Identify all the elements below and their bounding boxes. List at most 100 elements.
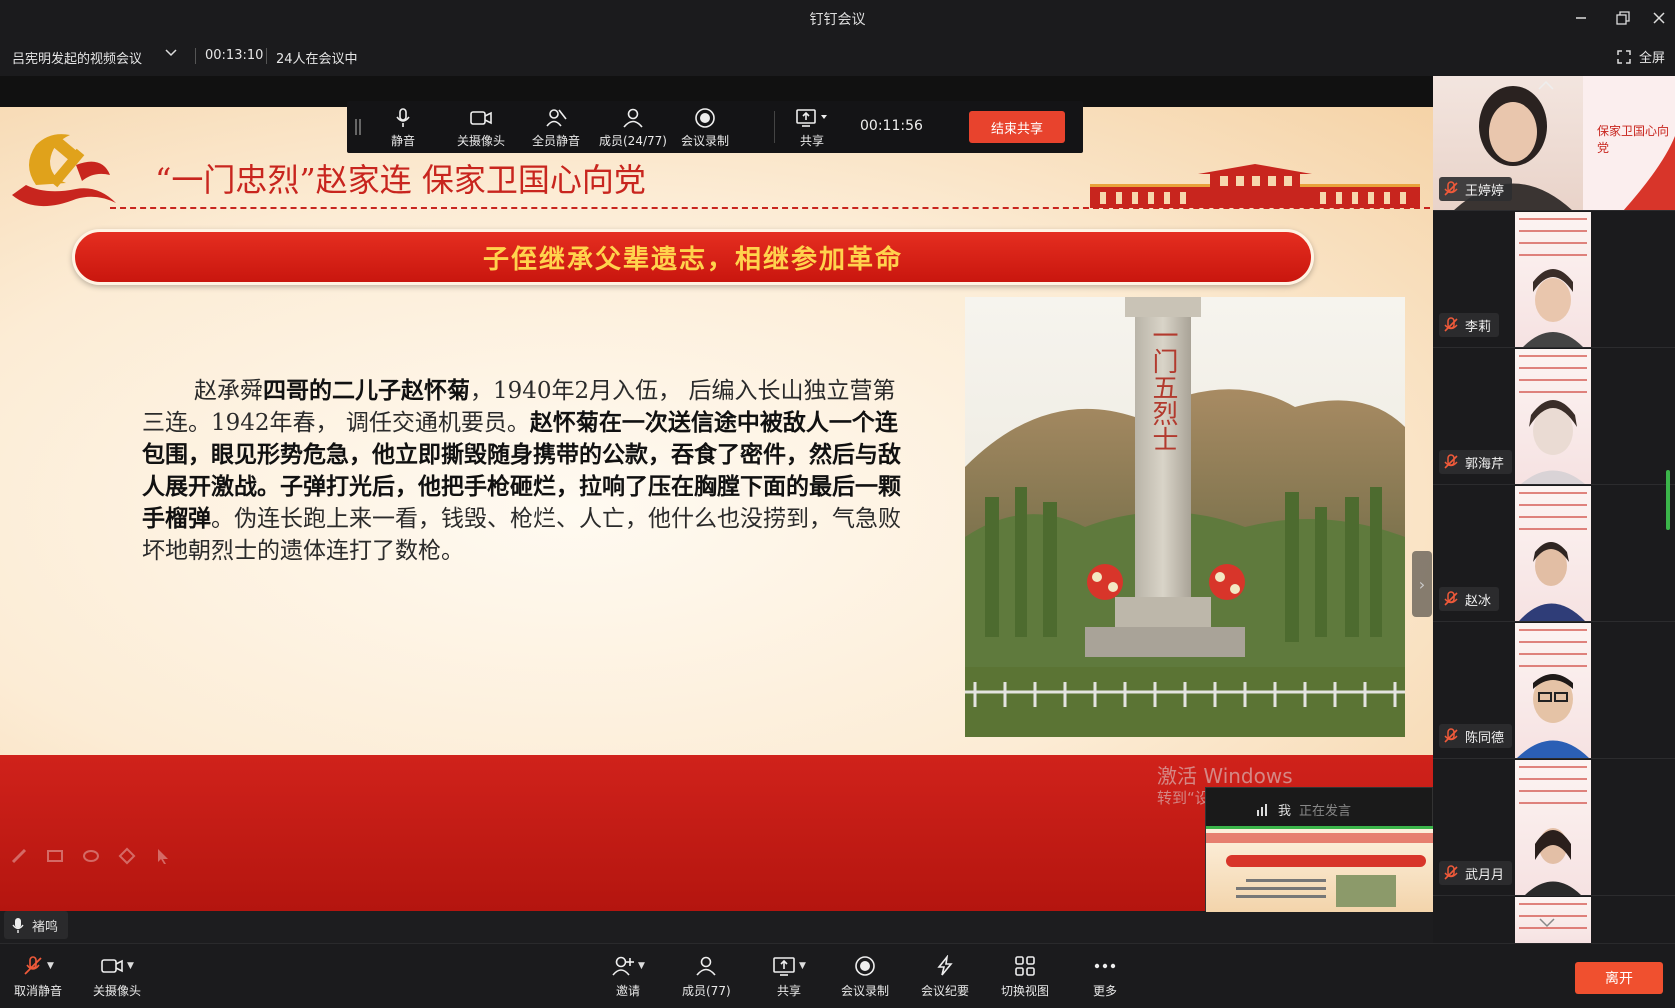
text-segment-bold: 四哥的二儿子赵怀菊 bbox=[263, 377, 470, 404]
divider bbox=[195, 48, 196, 64]
mute-all-button[interactable]: 全员静音 bbox=[532, 107, 580, 149]
camera-off-button[interactable]: 关摄像头 bbox=[457, 107, 505, 149]
invite-label: 邀请 bbox=[615, 984, 640, 998]
participant-name: 武月月 bbox=[1465, 867, 1505, 883]
record-label: 会议录制 bbox=[841, 984, 890, 998]
participant-tile[interactable]: 赵冰 bbox=[1433, 486, 1675, 622]
chevron-down-icon[interactable] bbox=[1538, 917, 1556, 933]
end-share-button[interactable]: 结束共享 bbox=[969, 111, 1065, 143]
minutes-button[interactable]: 会议纪要 bbox=[921, 954, 969, 999]
chevron-down-icon[interactable] bbox=[164, 44, 178, 66]
caret-down-icon[interactable]: ▼ bbox=[799, 961, 806, 971]
self-view-tile[interactable]: 我 正在发言 bbox=[1205, 787, 1434, 912]
self-screen-thumbnail bbox=[1206, 826, 1434, 912]
members-icon bbox=[696, 956, 716, 976]
unmute-label: 取消静音 bbox=[14, 984, 63, 998]
highlighter-icon[interactable] bbox=[44, 845, 66, 867]
fullscreen-label: 全屏 bbox=[1638, 51, 1665, 66]
members-button[interactable]: 成员(77) bbox=[682, 954, 731, 999]
participant-name: 郭海芹 bbox=[1465, 456, 1505, 472]
participant-video bbox=[1515, 486, 1591, 621]
muted-microphone-icon bbox=[1444, 317, 1458, 332]
annotation-tools bbox=[8, 845, 174, 867]
participant-name-tag: 武月月 bbox=[1439, 861, 1513, 885]
microphone-icon bbox=[396, 108, 410, 127]
camera-off-label: 关摄像头 bbox=[457, 134, 506, 148]
participant-name-tag: 李莉 bbox=[1439, 313, 1500, 337]
members-button[interactable]: 成员(24/77) bbox=[599, 107, 667, 149]
share-screen-icon bbox=[796, 109, 827, 127]
participant-tile[interactable]: 陈同德 bbox=[1433, 623, 1675, 759]
participant-tile[interactable]: 保家卫国心向党 王婷婷 bbox=[1433, 76, 1675, 211]
sidebar-scrollbar[interactable] bbox=[1666, 470, 1670, 530]
speaking-status: 正在发言 bbox=[1299, 804, 1352, 819]
chevron-up-icon[interactable] bbox=[1537, 76, 1565, 90]
self-view-label: 我 正在发言 bbox=[1256, 800, 1351, 819]
participant-video bbox=[1515, 212, 1591, 347]
participant-name-tag: 赵冰 bbox=[1439, 587, 1500, 611]
close-icon[interactable] bbox=[1645, 6, 1673, 30]
record-button[interactable]: 会议录制 bbox=[841, 954, 889, 999]
active-speaker-name: 褚鸣 bbox=[32, 919, 59, 935]
caret-down-icon[interactable]: ▼ bbox=[47, 961, 54, 971]
slide-fragment-text: 保家卫国心向党 bbox=[1597, 124, 1670, 155]
microphone-icon bbox=[12, 918, 24, 933]
monument-photo: 一门五烈士 bbox=[965, 297, 1405, 737]
participant-tile[interactable]: 武月月 bbox=[1433, 760, 1675, 896]
members-label: 成员(24/77) bbox=[599, 134, 667, 148]
more-button[interactable]: 更多 bbox=[1093, 954, 1117, 999]
participant-name-tag: 陈同德 bbox=[1439, 724, 1513, 748]
mute-button[interactable]: 静音 bbox=[391, 107, 415, 149]
share-button[interactable]: ▼ 共享 bbox=[772, 954, 806, 999]
record-button[interactable]: 会议录制 bbox=[681, 107, 729, 149]
active-speaker-tag: 褚鸣 bbox=[4, 911, 69, 939]
meeting-name[interactable]: 吕宪明发起的视频会议 bbox=[12, 48, 142, 67]
share-label: 共享 bbox=[799, 134, 824, 148]
participant-name: 李莉 bbox=[1465, 319, 1492, 335]
party-emblem-icon bbox=[12, 134, 116, 207]
pointer-icon[interactable] bbox=[152, 845, 174, 867]
drag-handle[interactable] bbox=[355, 119, 361, 135]
mute-label: 静音 bbox=[391, 134, 416, 148]
slide-banner: 子侄继承父辈遗志，相继参加革命 bbox=[72, 229, 1314, 285]
minimize-icon[interactable] bbox=[1567, 6, 1595, 30]
text-segment: 赵承舜 bbox=[194, 378, 263, 404]
shared-screen: “一门忠烈”赵家连 保家卫国心向党 子侄继承父辈遗志，相继参加革命 赵承舜四哥的… bbox=[0, 76, 1434, 939]
switch-view-button[interactable]: 切换视图 bbox=[1001, 954, 1049, 999]
more-label: 更多 bbox=[1093, 984, 1118, 998]
add-user-icon bbox=[612, 956, 634, 976]
fullscreen-button[interactable]: 全屏 bbox=[1617, 47, 1665, 66]
participant-video bbox=[1515, 349, 1591, 484]
banner-text: 子侄继承父辈遗志，相继参加革命 bbox=[482, 244, 903, 275]
participant-tile[interactable] bbox=[1433, 897, 1675, 943]
pen-icon[interactable] bbox=[8, 845, 30, 867]
record-label: 会议录制 bbox=[681, 134, 730, 148]
invite-button[interactable]: ▼ 邀请 bbox=[611, 954, 645, 999]
participant-count[interactable]: 24人在会议中 bbox=[276, 48, 358, 67]
participant-name-tag: 王婷婷 bbox=[1439, 177, 1513, 201]
camera-icon bbox=[470, 111, 492, 125]
record-icon bbox=[695, 108, 715, 128]
caret-down-icon[interactable]: ▼ bbox=[127, 961, 134, 971]
eraser-icon[interactable] bbox=[116, 845, 138, 867]
participant-name: 王婷婷 bbox=[1465, 183, 1505, 199]
participant-tile[interactable]: 郭海芹 bbox=[1433, 349, 1675, 485]
restore-icon[interactable] bbox=[1609, 6, 1637, 30]
caret-down-icon[interactable]: ▼ bbox=[638, 961, 645, 971]
camera-off-button[interactable]: ▼ 关摄像头 bbox=[93, 954, 141, 999]
chevron-right-icon[interactable]: › bbox=[1412, 551, 1432, 617]
shape-icon[interactable] bbox=[80, 845, 102, 867]
muted-microphone-icon bbox=[1444, 454, 1458, 469]
unmute-button[interactable]: ▼ 取消静音 bbox=[14, 954, 62, 999]
muted-microphone-icon bbox=[1444, 865, 1458, 880]
participant-tile[interactable]: 李莉 bbox=[1433, 212, 1675, 348]
share-timer: 00:11:56 bbox=[860, 118, 923, 134]
share-button[interactable]: 共享 bbox=[795, 107, 829, 149]
mute-all-label: 全员静音 bbox=[532, 134, 581, 148]
monument-inscription: 一门五烈士 bbox=[1148, 322, 1178, 452]
share-label: 共享 bbox=[776, 984, 801, 998]
members-label: 成员(77) bbox=[682, 984, 731, 998]
muted-microphone-icon bbox=[1444, 181, 1458, 196]
leave-button[interactable]: 离开 bbox=[1575, 962, 1663, 994]
participant-name: 陈同德 bbox=[1465, 730, 1505, 746]
